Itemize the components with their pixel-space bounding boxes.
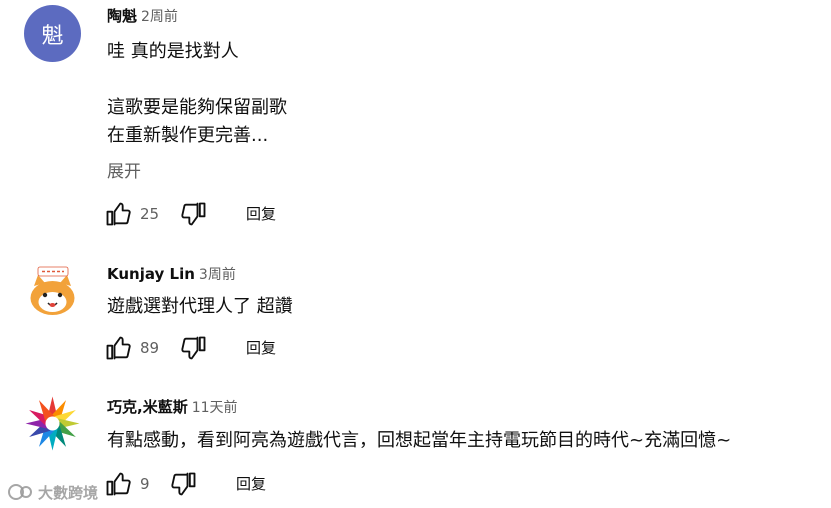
like-button[interactable] [102,198,134,230]
comment-header: 陶魁 2周前 [107,6,178,27]
watermark-text: 大數跨境 [38,483,99,502]
thumbs-down-icon [181,336,206,360]
dislike-button[interactable] [178,198,210,230]
dislike-button[interactable] [178,332,210,364]
thumbs-up-icon [106,472,131,496]
comment-text-line: 哇 真的是找對人 [107,41,239,62]
comment-time[interactable]: 11天前 [192,400,238,416]
avatar[interactable] [24,395,81,452]
watermark-logo-icon [8,484,32,500]
thumbs-up-icon [106,202,131,226]
watermark: 大數跨境 [8,480,98,504]
thumbs-down-icon [171,472,196,496]
thumbs-down-icon [181,202,206,226]
comment-text-line: 這歌要是能夠保留副歌 [107,97,287,118]
cat-avatar-icon [24,262,81,319]
comment-header: Kunjay Lin 3周前 [107,264,236,285]
avatar[interactable]: 魁 [24,5,81,62]
comment-text-line: 在重新製作更完善... [107,125,269,146]
reply-button[interactable]: 回复 [246,204,276,224]
like-count: 9 [140,475,150,493]
comment-text-line: 有點感動，看到阿亮為遊戲代言，回想起當年主持電玩節目的時代~充滿回憶~ [107,430,732,451]
author-name[interactable]: 陶魁 [107,7,137,25]
thumbs-up-icon [106,336,131,360]
comment-header: 巧克,米藍斯 11天前 [107,397,238,418]
expand-button[interactable]: 展开 [107,160,141,184]
comment-actions: 89 回复 [102,332,402,364]
author-name[interactable]: Kunjay Lin [107,265,195,283]
comment-actions: 9 回复 [102,468,402,500]
like-count: 89 [140,339,160,357]
like-count: 25 [140,205,160,223]
like-button[interactable] [102,332,134,364]
comment-actions: 25 回复 [102,198,402,230]
avatar[interactable] [24,262,81,319]
comment-time[interactable]: 2周前 [141,9,178,25]
rainbow-star-avatar-icon [24,395,81,452]
reply-button[interactable]: 回复 [246,338,276,358]
comment-time[interactable]: 3周前 [199,267,236,283]
dislike-button[interactable] [168,468,200,500]
avatar-letter: 魁 [41,23,64,49]
reply-button[interactable]: 回复 [236,474,266,494]
like-button[interactable] [102,468,134,500]
author-name[interactable]: 巧克,米藍斯 [107,398,188,416]
comment-text-line: 遊戲選對代理人了 超讚 [107,296,293,317]
